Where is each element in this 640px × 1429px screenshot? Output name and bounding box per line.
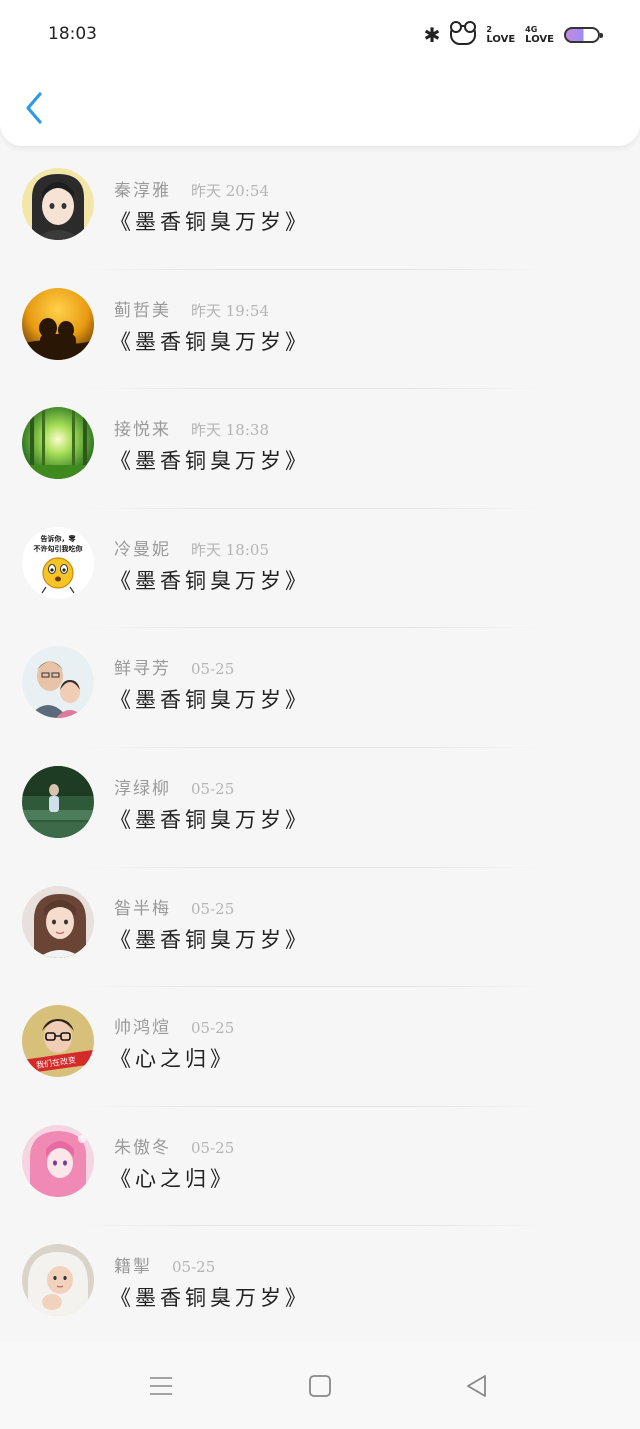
system-nav-bar — [0, 1341, 640, 1429]
user-name: 接悦来 — [114, 420, 171, 441]
timestamp: 昨天 18:38 — [191, 421, 269, 440]
book-title[interactable]: 《墨香铜臭万岁》 — [110, 1282, 310, 1312]
list-item[interactable]: 朱傲冬 05-25 《心之归》 — [0, 1107, 640, 1227]
header — [0, 60, 640, 146]
book-title[interactable]: 《心之归》 — [110, 1043, 235, 1073]
book-title[interactable]: 《墨香铜臭万岁》 — [110, 565, 310, 595]
list-item[interactable]: 蓟哲美 昨天 19:54 《墨香铜臭万岁》 — [0, 270, 640, 390]
home-square-icon[interactable] — [305, 1371, 335, 1401]
user-name: 蓟哲美 — [114, 300, 171, 321]
book-title[interactable]: 《墨香铜臭万岁》 — [110, 684, 310, 714]
timestamp: 05-25 — [172, 1258, 216, 1277]
item-meta: 籍掣 05-25 — [114, 1252, 215, 1277]
timestamp: 05-25 — [191, 1138, 235, 1157]
status-icons: ✱ 2 LOVE 4G LOVE — [423, 20, 603, 50]
meme-text-line2: 不许勾引我吃你 — [34, 544, 83, 553]
list-item[interactable]: 淳绿柳 05-25 《墨香铜臭万岁》 — [0, 748, 640, 868]
user-name: 秦淳雅 — [114, 181, 171, 201]
item-meta: 淳绿柳 05-25 — [114, 774, 234, 799]
list-item[interactable]: 昝半梅 05-25 《墨香铜臭万岁》 — [0, 868, 640, 988]
green-scene-avatar[interactable] — [22, 765, 94, 838]
user-name: 帅鸿煊 — [114, 1018, 171, 1039]
user-name: 淳绿柳 — [114, 778, 171, 799]
list-item[interactable]: 我们在改变 帅鸿煊 05-25 《心之归》 — [0, 987, 640, 1107]
back-triangle-icon[interactable] — [462, 1371, 492, 1401]
network-icon: 4G LOVE — [525, 25, 554, 45]
meme-text-line1: 告诉你，零 — [41, 534, 77, 543]
user-name: 冷曼妮 — [114, 539, 171, 560]
glasses-boy-avatar[interactable]: 我们在改变 — [22, 1005, 94, 1078]
item-meta: 冷曼妮 昨天 18:05 — [114, 535, 269, 560]
bluetooth-icon: ✱ — [423, 23, 441, 47]
menu-icon[interactable] — [146, 1371, 176, 1401]
item-meta: 鲜寻芳 05-25 — [114, 654, 234, 679]
list-item[interactable]: 秦淳雅 昨天 20:54 《墨香铜臭万岁》 — [0, 150, 640, 270]
book-title[interactable]: 《墨香铜臭万岁》 — [110, 804, 310, 834]
list-item[interactable]: 鲜寻芳 05-25 《墨香铜臭万岁》 — [0, 628, 640, 748]
timestamp: 05-25 — [191, 1019, 235, 1038]
list-item[interactable]: 接悦来 昨天 18:38 《墨香铜臭万岁》 — [0, 389, 640, 509]
item-meta: 朱傲冬 05-25 — [114, 1133, 234, 1158]
timestamp: 昨天 20:54 — [191, 182, 269, 200]
item-meta: 秦淳雅 昨天 20:54 — [114, 176, 269, 201]
item-meta: 昝半梅 05-25 — [114, 894, 234, 919]
forest-sunlight-avatar[interactable] — [22, 407, 94, 480]
anime-girl-avatar[interactable] — [22, 168, 94, 240]
sunset-couple-avatar[interactable] — [22, 287, 94, 360]
emoji-meme-avatar[interactable]: 告诉你，零 不许勾引我吃你 — [22, 526, 94, 599]
book-title[interactable]: 《墨香铜臭万岁》 — [110, 206, 310, 236]
timestamp: 昨天 19:54 — [191, 301, 269, 320]
bear-icon — [450, 21, 477, 45]
battery-icon — [564, 27, 603, 43]
baby-avatar[interactable] — [22, 1244, 94, 1317]
timestamp: 05-25 — [191, 779, 235, 798]
book-title[interactable]: 《墨香铜臭万岁》 — [110, 445, 310, 475]
comment-list: 秦淳雅 昨天 20:54 《墨香铜臭万岁》 蓟哲美 昨天 19:54 《墨香铜臭… — [0, 150, 640, 1346]
list-item[interactable]: 籍掣 05-25 《墨香铜臭万岁》 — [0, 1226, 640, 1346]
timestamp: 昨天 18:05 — [191, 540, 269, 559]
book-title[interactable]: 《心之归》 — [110, 1163, 235, 1193]
book-title[interactable]: 《墨香铜臭万岁》 — [110, 326, 310, 356]
item-meta: 接悦来 昨天 18:38 — [114, 415, 269, 440]
girl-photo-avatar[interactable] — [22, 885, 94, 958]
user-name: 昝半梅 — [114, 898, 171, 919]
timestamp: 05-25 — [191, 660, 235, 679]
list-item[interactable]: 告诉你，零 不许勾引我吃你 冷曼妮 昨天 18:05 《墨香铜臭万岁》 — [0, 509, 640, 629]
user-name: 朱傲冬 — [114, 1137, 171, 1158]
item-meta: 蓟哲美 昨天 19:54 — [114, 296, 269, 321]
love-signal-icon: 2 LOVE — [486, 25, 515, 45]
network-label: LOVE — [525, 34, 554, 45]
user-name: 籍掣 — [114, 1257, 152, 1278]
item-meta: 帅鸿煊 05-25 — [114, 1013, 234, 1038]
father-child-avatar[interactable] — [22, 646, 94, 719]
pink-anime-avatar[interactable] — [22, 1124, 94, 1197]
timestamp: 05-25 — [191, 899, 235, 918]
book-title[interactable]: 《墨香铜臭万岁》 — [110, 924, 310, 954]
status-time: 18:03 — [48, 24, 97, 44]
chevron-left-icon[interactable] — [22, 90, 50, 126]
love-signal-label: LOVE — [486, 34, 516, 45]
user-name: 鲜寻芳 — [114, 659, 171, 680]
